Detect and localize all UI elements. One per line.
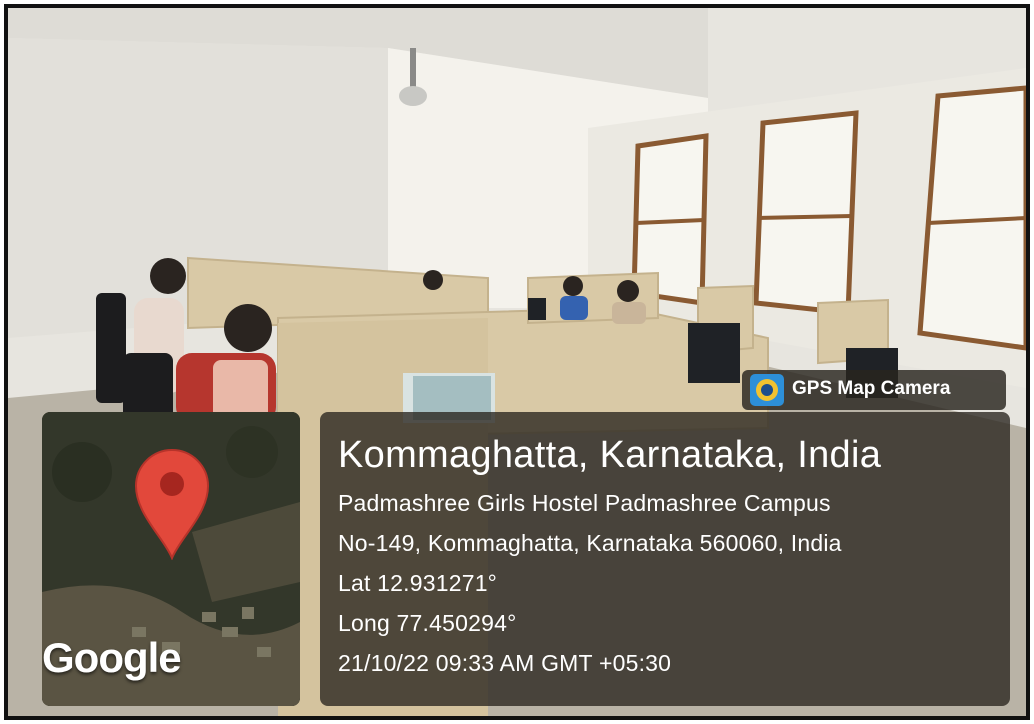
longitude-text: Long 77.450294° (338, 610, 517, 636)
camera-lens-icon (750, 374, 784, 406)
timestamp-text: 21/10/22 09:33 AM GMT +05:30 (338, 650, 672, 676)
location-info-panel: Kommaghatta, Karnataka, India Padmashree… (320, 412, 1010, 706)
map-thumbnail: Google (42, 412, 300, 706)
location-pin-icon (134, 449, 210, 560)
latitude-text: Lat 12.931271° (338, 570, 498, 596)
google-logo: Google (42, 634, 182, 681)
address-line-1: Padmashree Girls Hostel Padmashree Campu… (338, 490, 831, 516)
location-title: Kommaghatta, Karnataka, India (338, 434, 882, 476)
gps-map-camera-badge: GPS Map Camera (742, 370, 1006, 410)
badge-label: GPS Map Camera (792, 378, 951, 399)
address-line-2: No-149, Kommaghatta, Karnataka 560060, I… (338, 530, 842, 556)
photo-frame: Google GPS Map Camera Kommaghatta, Karna… (4, 4, 1030, 720)
